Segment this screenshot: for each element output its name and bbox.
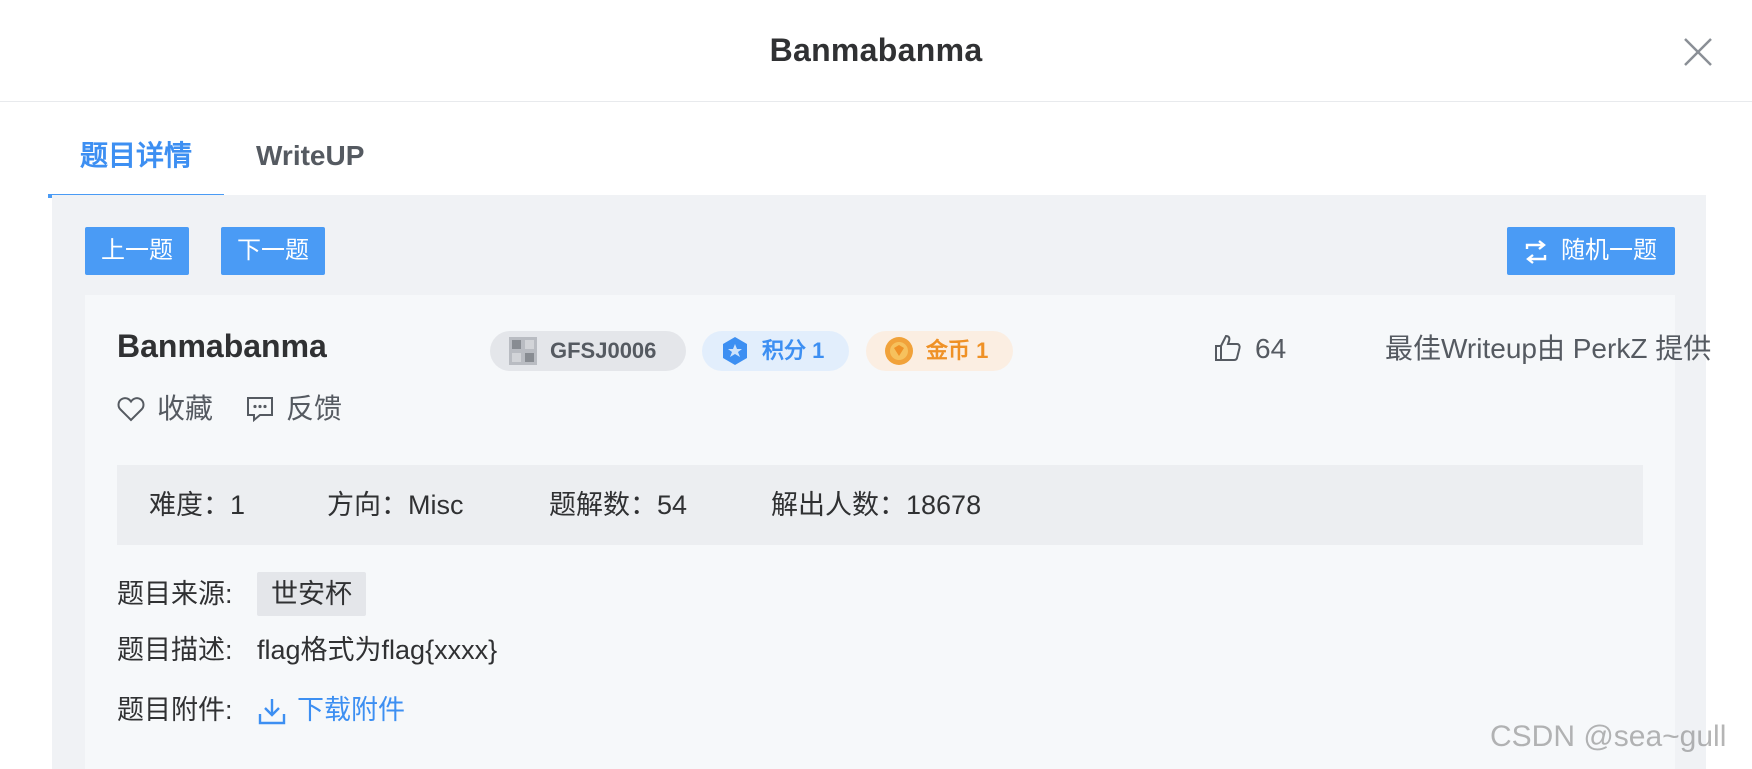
challenge-card: Banmabanma GFSJ0006 积分 1 金币 1 64 最佳Write… <box>85 295 1711 769</box>
description-key: 题目描述: <box>117 635 233 665</box>
heart-icon <box>117 397 145 422</box>
description-value: flag格式为flag{xxxx} <box>257 635 498 665</box>
coin-badge: 金币 1 <box>866 331 1013 371</box>
random-question-button[interactable]: 随机一题 <box>1507 227 1675 275</box>
source-key: 题目来源: <box>117 579 233 609</box>
solver-count-stat: 解出人数：18678 <box>771 490 982 520</box>
download-icon <box>258 699 286 725</box>
thumbs-up-icon[interactable] <box>1213 333 1243 363</box>
shuffle-icon <box>1525 240 1547 264</box>
favorite-label: 收藏 <box>157 393 214 424</box>
comment-icon <box>247 397 273 422</box>
feedback-button[interactable]: 反馈 <box>246 389 346 429</box>
download-attachment-label: 下载附件 <box>297 695 405 725</box>
score-icon <box>723 337 747 365</box>
feedback-label: 反馈 <box>286 393 343 424</box>
dialog-header: Banmabanma <box>0 0 1752 102</box>
challenge-panel: 上一题 下一题 随机一题 Banmabanma GFSJ0006 积分 1 金币… <box>52 195 1711 769</box>
random-question-label: 随机一题 <box>1561 237 1657 264</box>
tab-bar: 题目详情 WriteUP <box>48 120 1708 198</box>
favorite-button[interactable]: 收藏 <box>117 389 217 429</box>
coin-icon <box>885 337 913 365</box>
coin-label: 金币 1 <box>926 338 989 363</box>
attachment-key: 题目附件: <box>117 695 233 725</box>
tab-writeup[interactable]: WriteUP <box>256 120 364 198</box>
challenge-name: Banmabanma <box>117 328 327 364</box>
score-badge: 积分 1 <box>702 331 849 371</box>
direction-stat: 方向：Misc <box>327 490 464 520</box>
best-writeup-text[interactable]: 最佳Writeup由 PerkZ 提供 <box>1385 329 1711 369</box>
stats-bar: 难度：1 方向：Misc 题解数：54 解出人数：18678 <box>117 465 1643 545</box>
difficulty-stat: 难度：1 <box>149 490 246 520</box>
dialog-title: Banmabanma <box>769 32 983 68</box>
challenge-id: GFSJ0006 <box>550 338 657 363</box>
like-count: 64 <box>1255 333 1287 364</box>
challenge-id-badge: GFSJ0006 <box>490 331 686 371</box>
prev-question-button[interactable]: 上一题 <box>85 227 189 275</box>
writeup-count-stat: 题解数：54 <box>549 490 688 520</box>
id-icon <box>509 337 537 365</box>
close-icon[interactable] <box>1680 34 1716 70</box>
tab-challenge-detail[interactable]: 题目详情 <box>48 120 224 198</box>
source-tag: 世安杯 <box>257 572 366 616</box>
watermark: CSDN @sea~gull <box>1490 720 1727 753</box>
next-question-button[interactable]: 下一题 <box>221 227 325 275</box>
score-label: 积分 1 <box>762 338 825 363</box>
